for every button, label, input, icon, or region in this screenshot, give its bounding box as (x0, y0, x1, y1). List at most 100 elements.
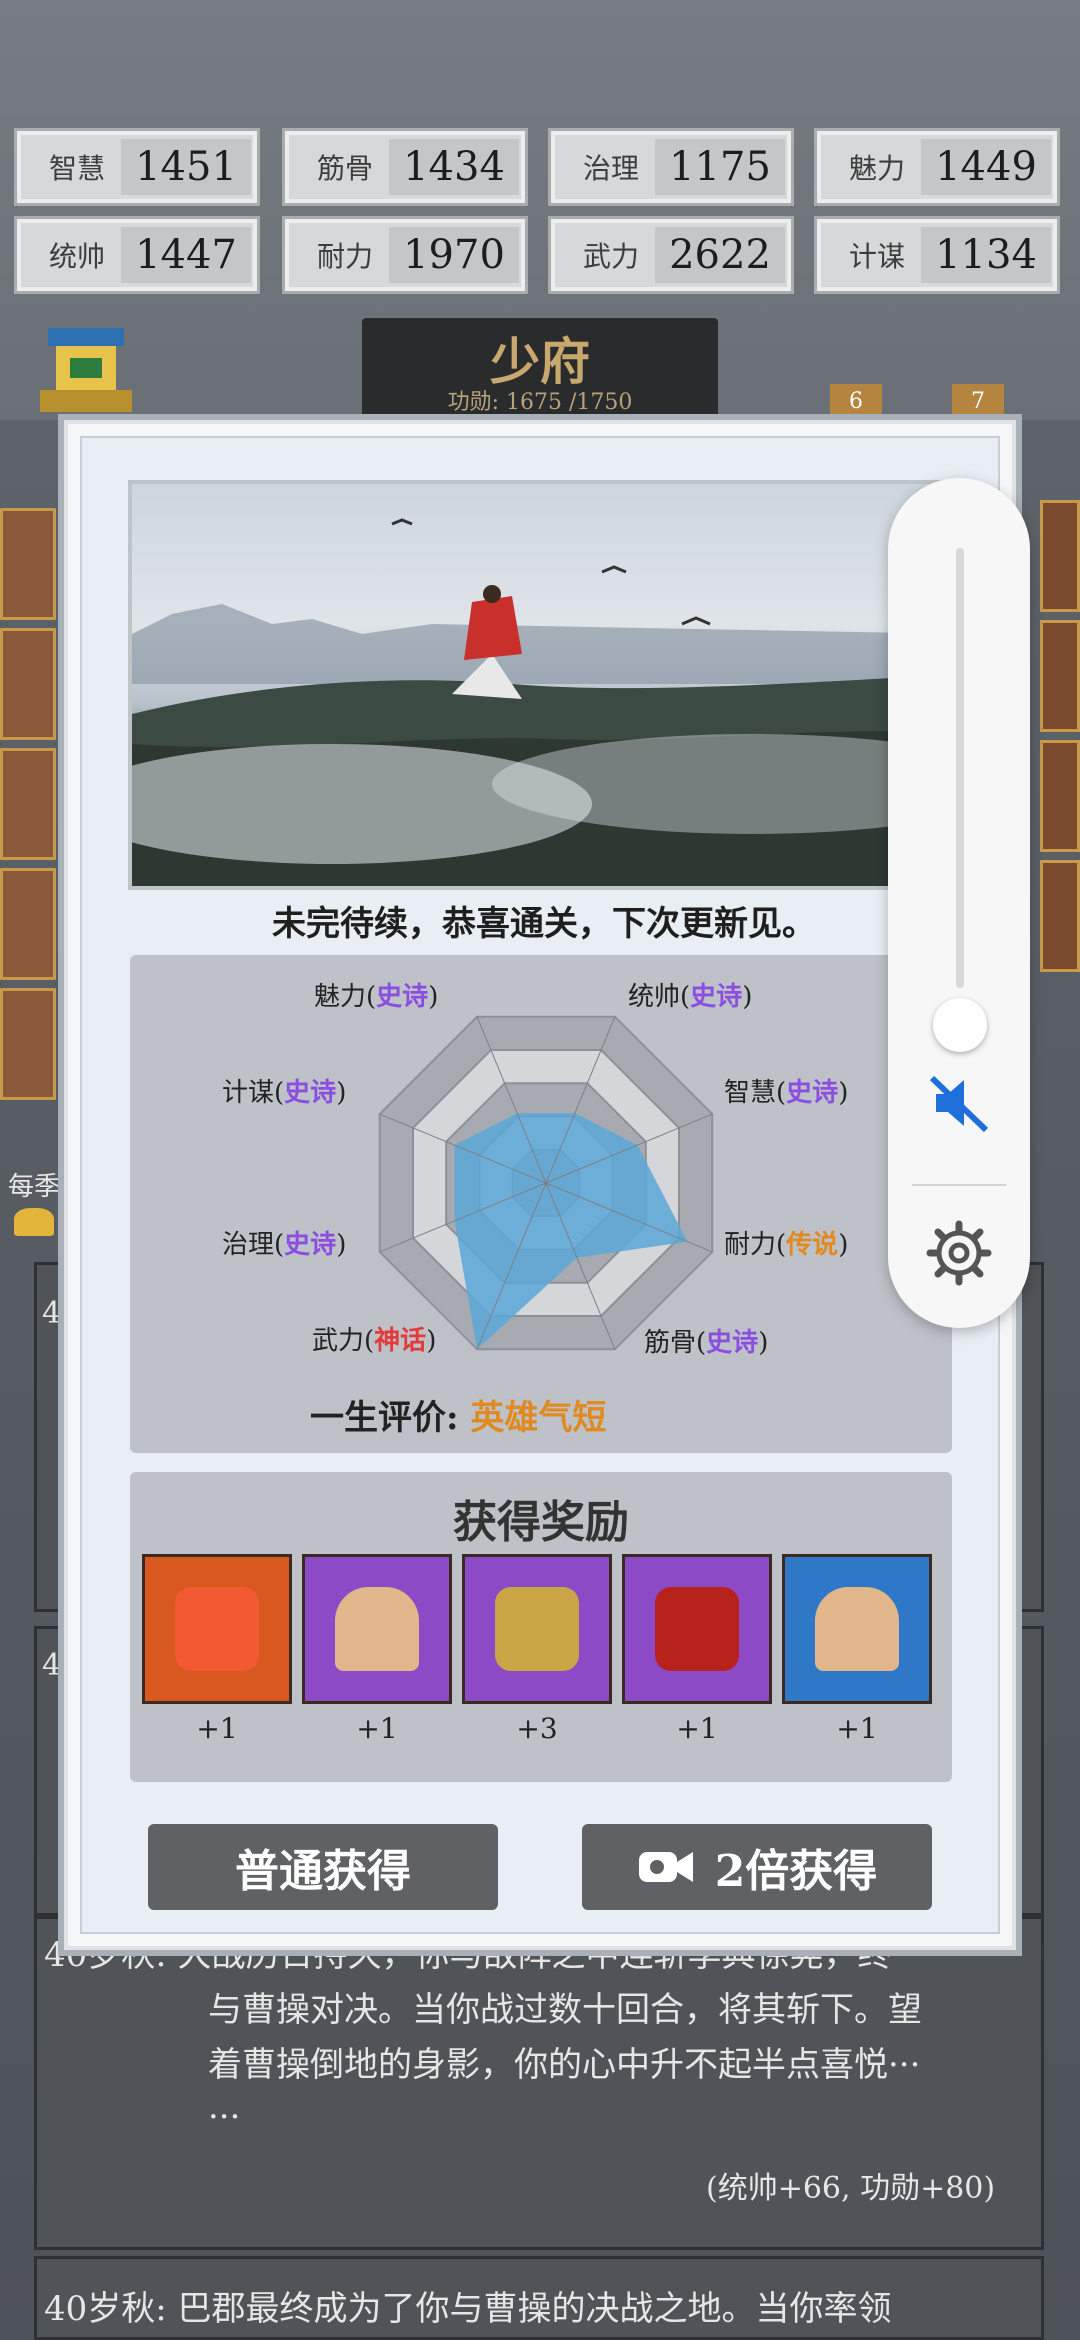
story-reward: (统帅+66, 功勋+80) (706, 2171, 996, 2206)
evaluation-value: 英雄气短 (470, 1398, 607, 1438)
stat-value: 1447 (121, 227, 251, 283)
attribute-radar-chart (378, 1015, 714, 1351)
radar-axis-name: 筋骨 (644, 1328, 697, 1358)
mute-icon[interactable] (924, 1068, 994, 1138)
stat-value: 1970 (389, 227, 519, 283)
stat-value: 2622 (655, 227, 785, 283)
reward-title: 获得奖励 (453, 1497, 629, 1548)
radar-axis-label: 武力(神话) (312, 1326, 437, 1356)
reward-count: +1 (836, 1712, 878, 1745)
radar-axis-name: 武力 (312, 1326, 365, 1356)
stat-box: 计谋 1134 (814, 216, 1060, 294)
story-text: 着曹操倒地的身影，你的心中升不起半点喜悦··· (208, 2045, 921, 2085)
story-text: 40岁秋: 巴郡最终成为了你与曹操的决战之地。当你率领 (44, 2289, 892, 2329)
merit-progress: 功勋: 1675 /1750 (447, 390, 633, 415)
reward-panel: 获得奖励 +1 +1 +3 +1 +1 (130, 1472, 952, 1782)
statue-icon[interactable] (30, 318, 142, 418)
reward-item[interactable] (782, 1554, 932, 1704)
stat-box: 智慧 1451 (14, 128, 260, 206)
reward-count: +3 (516, 1712, 558, 1745)
reward-count: +1 (196, 1712, 238, 1745)
badge-7: 7 (952, 384, 1004, 420)
stat-label: 魅力 (848, 152, 905, 185)
side-portrait[interactable] (0, 748, 56, 860)
radar-axis-tier: 史诗 (284, 1230, 337, 1260)
side-portrait[interactable] (0, 508, 56, 620)
radar-axis-tier: 史诗 (690, 982, 743, 1012)
treasure-box-icon (495, 1587, 579, 1671)
radar-axis-name: 耐力 (724, 1230, 777, 1260)
radar-axis-label: 治理(史诗) (222, 1230, 347, 1260)
stat-label: 武力 (582, 240, 639, 273)
radar-axis-name: 魅力 (314, 982, 367, 1012)
badge-6: 6 (830, 384, 882, 420)
stat-box: 统帅 1447 (14, 216, 260, 294)
radar-axis-tier: 神话 (374, 1326, 427, 1356)
puzzle-piece-icon (175, 1587, 259, 1671)
side-label: 每季 (8, 1172, 61, 1202)
gold-ingot-icon (14, 1208, 54, 1236)
stat-box: 魅力 1449 (814, 128, 1060, 206)
side-portrait-right[interactable] (1040, 860, 1080, 972)
side-portrait-right[interactable] (1040, 740, 1080, 852)
stat-box: 筋骨 1434 (282, 128, 528, 206)
reward-item[interactable] (302, 1554, 452, 1704)
ending-caption: 未完待续，恭喜通关，下次更新见。 (272, 904, 816, 944)
stat-box: 治理 1175 (548, 128, 794, 206)
life-evaluation: 一生评价: 英雄气短 (310, 1390, 606, 1439)
radar-axis-tier: 史诗 (786, 1078, 839, 1108)
stat-label: 智慧 (48, 152, 105, 185)
radar-axis-label: 耐力(传说) (724, 1230, 849, 1260)
radar-axis-tier: 史诗 (706, 1328, 759, 1358)
side-portrait[interactable] (0, 868, 56, 980)
radar-axis-tier: 史诗 (376, 982, 429, 1012)
normal-claim-button[interactable]: 普通获得 (148, 1824, 498, 1910)
gear-icon[interactable] (926, 1220, 992, 1286)
stat-label: 计谋 (848, 240, 905, 273)
side-portrait[interactable] (0, 628, 56, 740)
side-portrait-right[interactable] (1040, 500, 1080, 612)
stat-box: 武力 2622 (548, 216, 794, 294)
hero-portrait-icon (815, 1587, 899, 1671)
double-claim-button[interactable]: 2倍获得 (582, 1824, 932, 1910)
radar-axis-name: 计谋 (222, 1078, 275, 1108)
stat-value: 1451 (121, 139, 251, 195)
volume-divider (912, 1184, 1006, 1186)
hero-portrait-icon (335, 1587, 419, 1671)
video-camera-icon (637, 1846, 697, 1888)
stat-value: 1449 (921, 139, 1051, 195)
rank-banner: 少府 功勋: 1675 /1750 (362, 318, 718, 418)
radar-axis-tier: 史诗 (284, 1078, 337, 1108)
stat-label: 治理 (582, 152, 639, 185)
reward-count: +1 (356, 1712, 398, 1745)
stat-value: 1134 (921, 227, 1051, 283)
side-portrait[interactable] (0, 988, 56, 1100)
double-claim-label: 2倍获得 (714, 1846, 878, 1897)
radar-axis-name: 统帅 (628, 982, 681, 1012)
story-text: 与曹操对决。当你战过数十回合，将其斩下。望 (208, 1990, 922, 2030)
volume-slider-track[interactable] (956, 548, 964, 988)
radar-axis-tier: 传说 (786, 1230, 839, 1260)
stat-label: 耐力 (316, 240, 373, 273)
reward-item[interactable] (622, 1554, 772, 1704)
evaluation-label: 一生评价: (310, 1398, 459, 1438)
reward-item[interactable] (462, 1554, 612, 1704)
radar-axis-label: 筋骨(史诗) (644, 1328, 769, 1358)
radar-axis-label: 统帅(史诗) (628, 982, 753, 1012)
reward-item[interactable] (142, 1554, 292, 1704)
volume-slider-knob[interactable] (933, 998, 987, 1052)
stat-value: 1434 (389, 139, 519, 195)
ending-scene-image (128, 480, 960, 890)
stat-label: 统帅 (48, 240, 105, 273)
normal-claim-label: 普通获得 (235, 1846, 411, 1897)
volume-panel (888, 478, 1030, 1328)
stat-box: 耐力 1970 (282, 216, 528, 294)
radar-axis-label: 计谋(史诗) (222, 1078, 347, 1108)
stat-value: 1175 (655, 139, 785, 195)
lantern-icon (655, 1587, 739, 1671)
attribute-radar-panel (130, 955, 952, 1453)
story-text: ··· (208, 2097, 241, 2137)
radar-axis-name: 智慧 (724, 1078, 777, 1108)
side-portrait-right[interactable] (1040, 620, 1080, 732)
radar-axis-label: 魅力(史诗) (314, 982, 439, 1012)
